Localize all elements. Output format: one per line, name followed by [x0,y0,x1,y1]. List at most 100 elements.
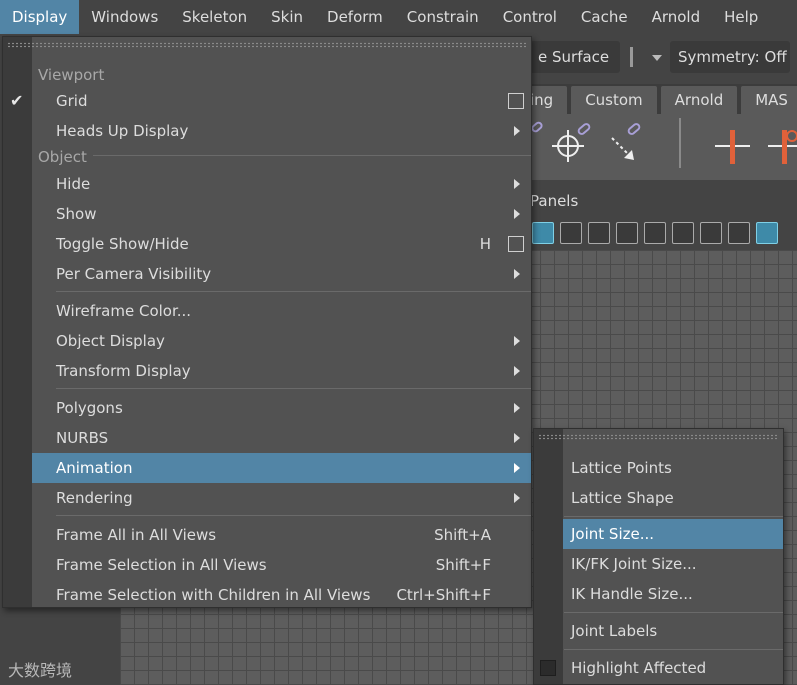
symmetry-field[interactable]: Symmetry: Off [670,41,790,73]
menu-item-lattice-points[interactable]: Lattice Points [563,453,783,483]
field-chart-icon[interactable] [644,222,666,244]
menu-item-ikfk-joint-size[interactable]: IK/FK Joint Size... [563,549,783,579]
menu-display[interactable]: Display [0,0,80,34]
menu-item-hide[interactable]: Hide [32,169,531,199]
menu-item-label: Polygons [56,399,123,417]
menu-bar: Display Windows Skeleton Skin Deform Con… [0,0,797,34]
menu-item-label: Grid [56,92,88,110]
menu-item-label: Frame Selection with Children in All Vie… [56,586,371,604]
menu-windows[interactable]: Windows [79,0,170,34]
shelf-tabs: ing Custom Arnold MAS [530,84,797,114]
film-gate-icon[interactable] [560,222,582,244]
menu-item-nurbs[interactable]: NURBS [32,423,531,453]
menu-item-label: IK Handle Size... [571,585,693,603]
menu-item-frame-selection[interactable]: Frame Selection in All Views Shift+F [32,550,531,580]
resolution-gate-icon[interactable] [588,222,610,244]
option-box-icon[interactable] [508,236,524,252]
menu-skin[interactable]: Skin [259,0,315,34]
watermark-text: 大数跨境 [8,661,73,680]
crosshair-link-icon[interactable] [552,123,591,162]
grid-toggle-icon[interactable] [532,222,554,244]
menu-item-label: Object Display [56,332,165,350]
menu-item-object-display[interactable]: Object Display [32,326,531,356]
divider [564,516,783,517]
menu-item-joint-size[interactable]: Joint Size... [563,519,783,549]
submenu-arrow-icon [514,463,520,473]
menu-item-label: Animation [56,459,133,477]
submenu-arrow-icon [514,269,520,279]
shortcut-label: Shift+F [435,556,491,574]
tearoff-handle[interactable] [7,42,527,48]
joint-link-orange-icon[interactable] [768,130,797,164]
submenu-arrow-icon [514,403,520,413]
menu-control[interactable]: Control [491,0,569,34]
surface-field[interactable]: e Surface [530,41,620,73]
shortcut-label: H [479,235,491,253]
shaded-cube-icon[interactable] [756,222,778,244]
menu-item-ik-handle-size[interactable]: IK Handle Size... [563,579,783,609]
menu-item-show[interactable]: Show [32,199,531,229]
submenu-arrow-icon [514,493,520,503]
menu-item-label: Joint Size... [571,525,655,543]
shelf-tab-custom[interactable]: Custom [571,86,657,114]
menu-item-per-camera-visibility[interactable]: Per Camera Visibility [32,259,531,289]
menu-item-frame-all[interactable]: Frame All in All Views Shift+A [32,520,531,550]
shortcut-label: Ctrl+Shift+F [396,586,491,604]
joint-orange-icon[interactable] [715,130,750,164]
option-box-icon[interactable] [508,93,524,109]
menu-cache[interactable]: Cache [569,0,640,34]
menu-item-label: Hide [56,175,91,193]
status-separator-icon [630,47,662,67]
menu-gutter [534,429,563,684]
menu-item-label: Joint Labels [571,622,658,640]
menu-item-highlight-affected[interactable]: Highlight Affected [563,653,783,683]
divider [56,291,531,292]
menu-item-heads-up-display[interactable]: Heads Up Display [32,116,531,146]
animation-submenu: Lattice Points Lattice Shape Joint Size.… [533,428,784,685]
menu-item-label: Toggle Show/Hide [56,235,189,253]
viewport-toolbar [530,216,797,250]
submenu-arrow-icon [514,433,520,443]
menu-item-label: IK/FK Joint Size... [571,555,697,573]
section-viewport: Viewport [38,66,105,84]
menu-skeleton[interactable]: Skeleton [170,0,259,34]
menu-item-joint-labels[interactable]: Joint Labels [563,616,783,646]
menu-constrain[interactable]: Constrain [395,0,491,34]
menu-deform[interactable]: Deform [315,0,395,34]
menu-item-label: Highlight Affected [571,659,707,677]
menu-help[interactable]: Help [712,0,770,34]
menu-item-grid[interactable]: Grid [32,86,531,116]
menu-arnold[interactable]: Arnold [640,0,713,34]
link-icon[interactable] [531,121,543,133]
shelf-tab-rigging[interactable]: ing [530,86,568,114]
submenu-arrow-icon [514,179,520,189]
menu-item-animation[interactable]: Animation [32,453,531,483]
submenu-arrow-icon [514,336,520,346]
shelf-icon-area [530,114,797,180]
tearoff-handle[interactable] [538,434,779,440]
image-plane-icon[interactable] [672,222,694,244]
menu-item-toggle-show-hide[interactable]: Toggle Show/Hide H [32,229,531,259]
menu-item-label: Transform Display [56,362,191,380]
menu-item-lattice-shape[interactable]: Lattice Shape [563,483,783,513]
shelf-tab-arnold[interactable]: Arnold [660,86,738,114]
menu-item-rendering[interactable]: Rendering [32,483,531,513]
divider [56,155,531,156]
menu-item-frame-selection-children[interactable]: Frame Selection with Children in All Vie… [32,580,531,610]
menu-item-polygons[interactable]: Polygons [32,393,531,423]
divider [564,612,783,613]
unlink-arrow-icon[interactable] [611,123,641,160]
submenu-arrow-icon [514,366,520,376]
panels-menu[interactable]: Panels [530,186,797,216]
menu-item-wireframe-color[interactable]: Wireframe Color... [32,296,531,326]
shelf-tab-mash[interactable]: MAS [741,86,797,114]
text-icon[interactable] [700,222,722,244]
wireframe-cube-icon[interactable] [728,222,750,244]
panels-label: Panels [530,192,579,210]
gate-mask-icon[interactable] [616,222,638,244]
menu-item-transform-display[interactable]: Transform Display [32,356,531,386]
grid-check-icon: ✔ [10,91,24,110]
menu-item-label: Show [56,205,97,223]
menu-item-label: Heads Up Display [56,122,189,140]
highlight-swatch-icon [540,660,556,676]
